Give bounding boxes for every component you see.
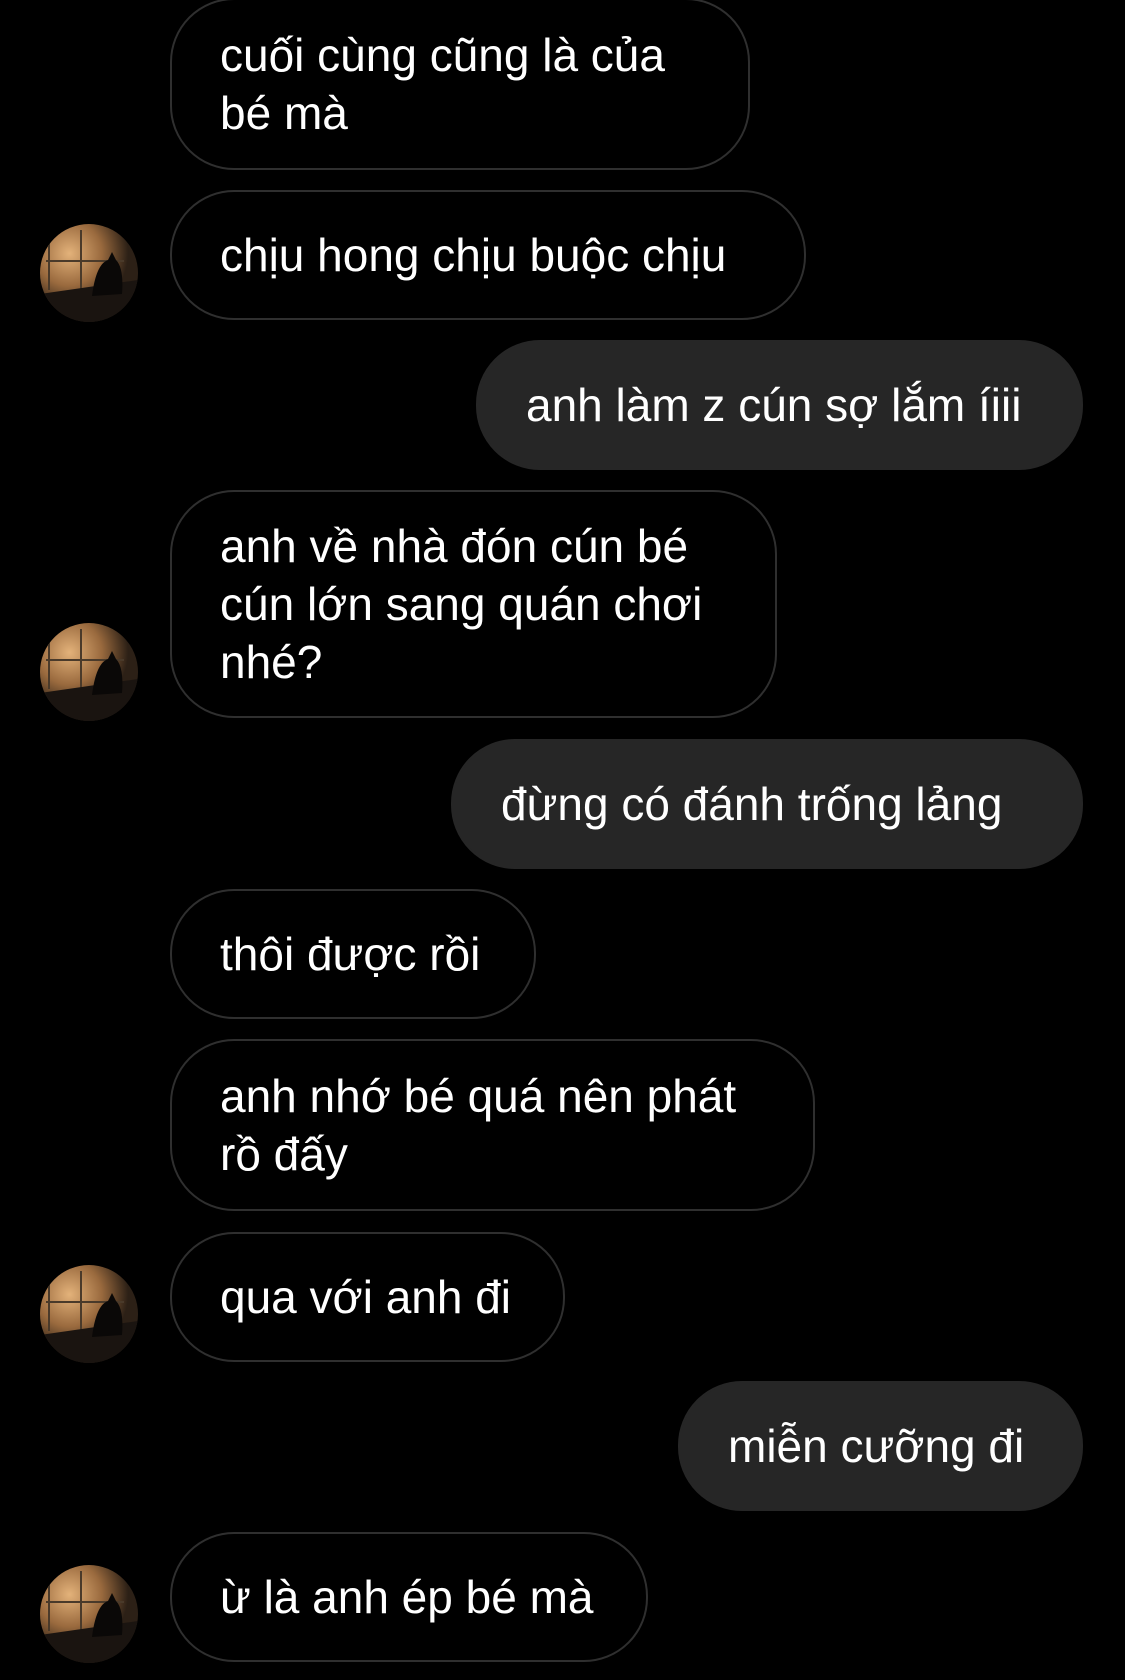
incoming-message-bubble[interactable]: cuối cùng cũng là của bé mà bbox=[170, 0, 750, 170]
outgoing-message-bubble[interactable]: anh làm z cún sợ lắm íiii bbox=[476, 340, 1083, 470]
outgoing-message-bubble[interactable]: miễn cưỡng đi bbox=[678, 1381, 1083, 1511]
contact-avatar-photo-icon[interactable] bbox=[40, 623, 138, 721]
incoming-message-bubble[interactable]: qua với anh đi bbox=[170, 1232, 565, 1362]
incoming-message-bubble[interactable]: anh nhớ bé quá nên phát rồ đấy bbox=[170, 1039, 815, 1211]
contact-avatar-photo-icon[interactable] bbox=[40, 1565, 138, 1663]
incoming-message-bubble[interactable]: ừ là anh ép bé mà bbox=[170, 1532, 648, 1662]
chat-screen: { "colors": { "background": "#000000", "… bbox=[0, 0, 1125, 1680]
outgoing-message-bubble[interactable]: đừng có đánh trống lảng bbox=[451, 739, 1083, 869]
incoming-message-bubble[interactable]: anh về nhà đón cún bé cún lớn sang quán … bbox=[170, 490, 777, 718]
contact-avatar-photo-icon[interactable] bbox=[40, 1265, 138, 1363]
contact-avatar-photo-icon[interactable] bbox=[40, 224, 138, 322]
incoming-message-bubble[interactable]: chịu hong chịu buộc chịu bbox=[170, 190, 806, 320]
incoming-message-bubble[interactable]: thôi được rồi bbox=[170, 889, 536, 1019]
